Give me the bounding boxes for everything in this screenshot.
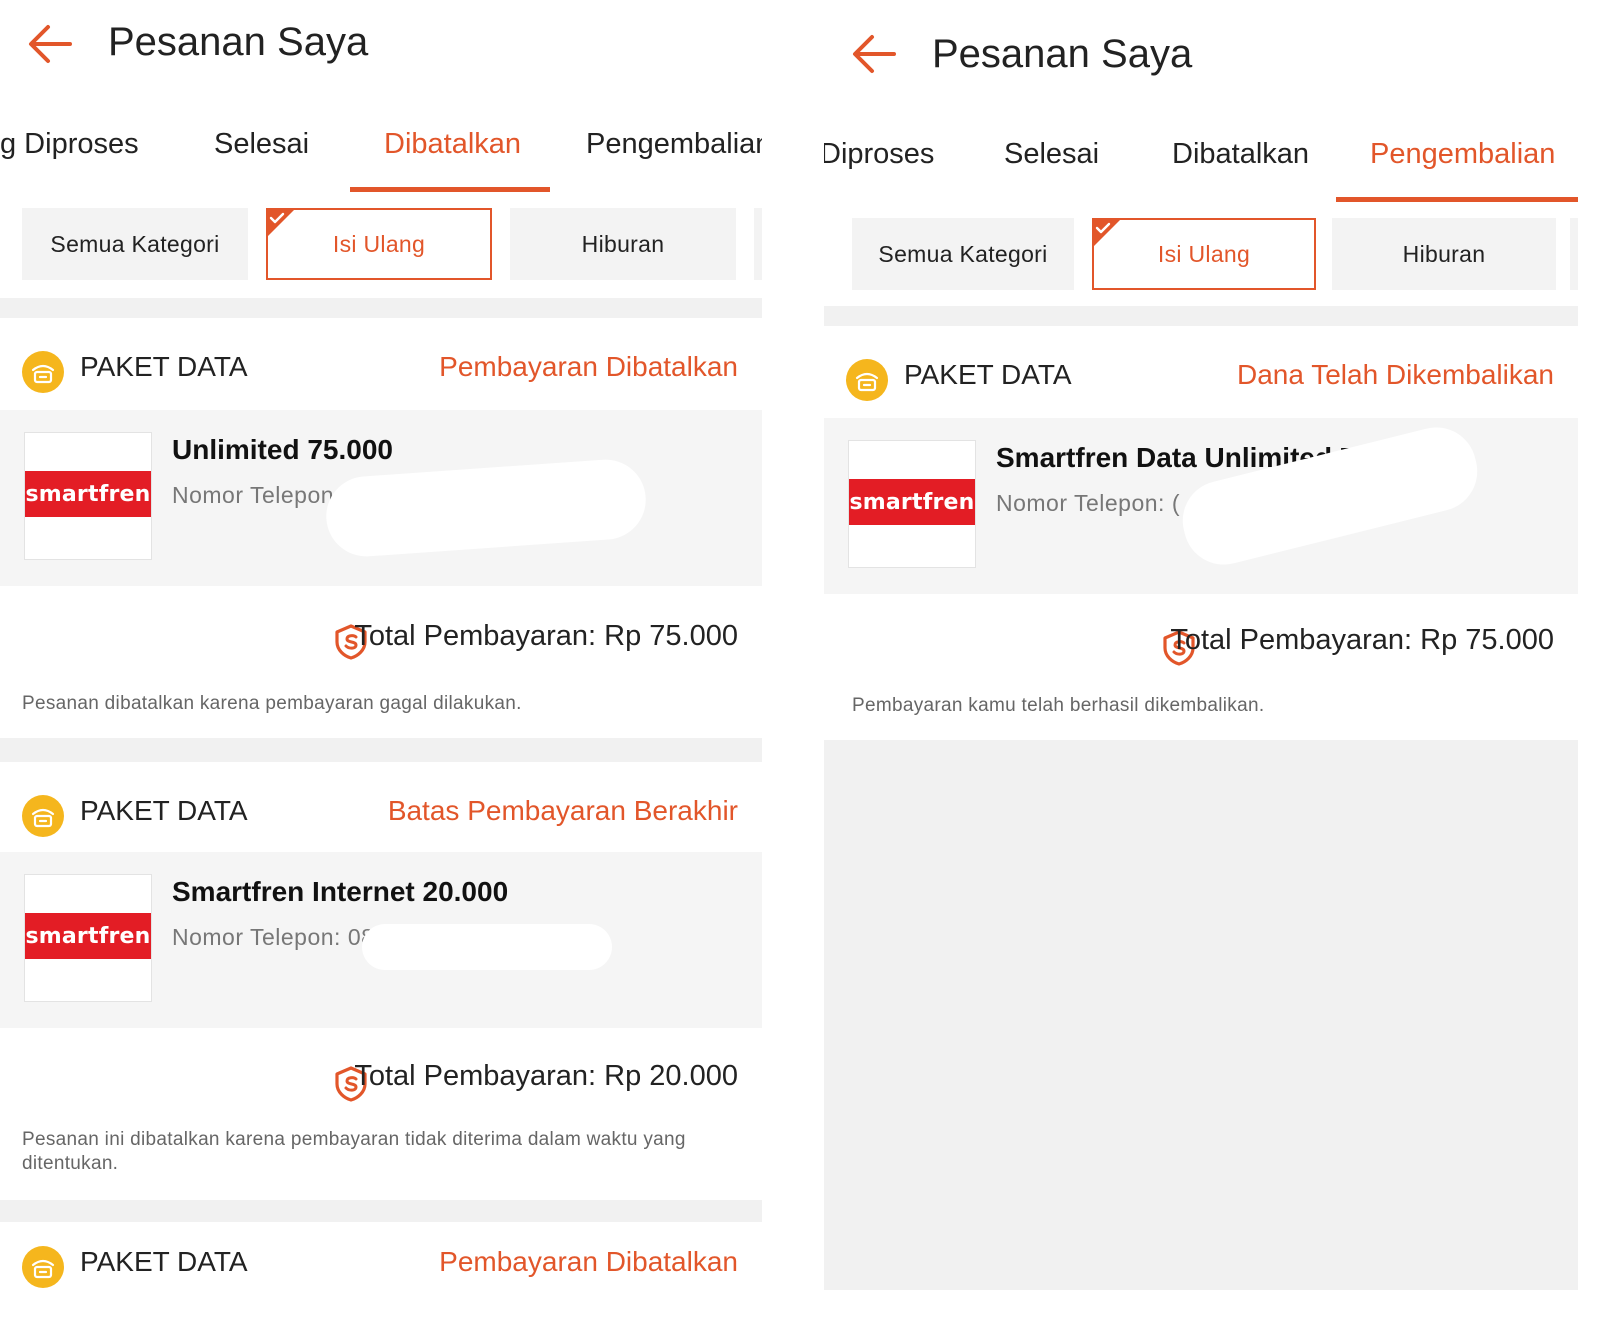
- order-header[interactable]: PAKET DATA Pembayaran Dibatalkan: [0, 1222, 762, 1327]
- tab-diproses[interactable]: g Diproses: [0, 128, 139, 161]
- order-header[interactable]: PAKET DATA Dana Telah Dikembalikan: [824, 326, 1578, 432]
- logo-band: smartfren: [25, 471, 151, 517]
- order-type: PAKET DATA: [80, 795, 248, 826]
- logo-band: smartfren: [849, 479, 975, 525]
- back-arrow-icon[interactable]: [26, 22, 74, 66]
- order-product[interactable]: smartfren Smartfren Internet 20.000 Nomo…: [0, 852, 762, 1028]
- page-title: Pesanan Saya: [932, 32, 1193, 76]
- total-payment: Total Pembayaran: Rp 75.000: [1170, 624, 1554, 656]
- paket-data-icon: [22, 351, 64, 393]
- chip-isi-ulang[interactable]: Isi Ulang: [1092, 218, 1316, 290]
- category-chips: Semua Kategori Isi Ulang Hiburan: [824, 218, 1578, 290]
- section-divider: [0, 298, 762, 318]
- chip-isi-ulang[interactable]: Isi Ulang: [266, 208, 492, 280]
- check-icon: [1094, 220, 1120, 246]
- chip-label: Isi Ulang: [332, 230, 426, 257]
- order-type: PAKET DATA: [80, 1246, 248, 1277]
- paket-data-icon: [22, 1246, 64, 1288]
- logo-text: smartfren: [25, 923, 151, 949]
- order-type: PAKET DATA: [80, 351, 248, 382]
- order-status: Batas Pembayaran Berakhir: [387, 795, 738, 826]
- check-icon: [268, 210, 294, 236]
- tab-bar: g Diproses Selesai Dibatalkan Pengembali…: [0, 110, 762, 192]
- total-row: Total Pembayaran: Rp 20.000: [0, 1040, 762, 1120]
- section-divider: [0, 738, 762, 762]
- logo-band: smartfren: [25, 913, 151, 959]
- page-title: Pesanan Saya: [108, 20, 369, 64]
- chip-hiburan[interactable]: Hiburan: [510, 208, 736, 280]
- redaction-mark: [362, 924, 612, 970]
- smartfren-logo: smartfren: [848, 440, 976, 568]
- app-bar: Pesanan Saya: [0, 0, 762, 100]
- total-row: Total Pembayaran: Rp 75.000: [0, 602, 762, 682]
- tab-pengembalian[interactable]: Pengembalian: [1370, 138, 1555, 171]
- total-payment: Total Pembayaran: Rp 75.000: [354, 620, 738, 652]
- tab-bar: Diproses Selesai Dibatalkan Pengembalian: [824, 120, 1578, 202]
- panel-left: Pesanan Saya g Diproses Selesai Dibatalk…: [0, 0, 762, 1327]
- back-arrow-icon[interactable]: [850, 32, 898, 76]
- chip-next-partial[interactable]: [1570, 218, 1578, 290]
- chip-label: Semua Kategori: [878, 240, 1048, 267]
- tab-diproses[interactable]: Diproses: [824, 138, 934, 171]
- chip-hiburan[interactable]: Hiburan: [1332, 218, 1556, 290]
- order-type: PAKET DATA: [904, 359, 1072, 390]
- paket-data-icon: [846, 359, 888, 401]
- product-name: Unlimited 75.000: [172, 434, 393, 465]
- tab-dibatalkan[interactable]: Dibatalkan: [1172, 138, 1309, 171]
- order-status: Pembayaran Dibatalkan: [439, 1246, 738, 1277]
- category-chips: Semua Kategori Isi Ulang Hiburan: [0, 208, 762, 280]
- logo-text: smartfren: [25, 481, 151, 507]
- paket-data-icon: [22, 795, 64, 837]
- phone-number: Nomor Telepon: (: [996, 490, 1180, 516]
- empty-area: [824, 740, 1578, 1290]
- tab-pengembalian[interactable]: Pengembalian: [586, 128, 762, 161]
- app-bar: Pesanan Saya: [824, 0, 1578, 100]
- order-product[interactable]: smartfren Smartfren Data Unlimited 75.00…: [824, 418, 1578, 594]
- order-header[interactable]: PAKET DATA Pembayaran Dibatalkan: [0, 318, 762, 424]
- order-product[interactable]: smartfren Unlimited 75.000 Nomor Telepon…: [0, 410, 762, 586]
- order-note: Pesanan dibatalkan karena pembayaran gag…: [22, 693, 522, 714]
- chip-label: Hiburan: [581, 230, 665, 257]
- chip-semua-kategori[interactable]: Semua Kategori: [852, 218, 1074, 290]
- total-row: Total Pembayaran: Rp 75.000: [824, 604, 1578, 684]
- section-divider: [824, 306, 1578, 326]
- order-note: Pembayaran kamu telah berhasil dikembali…: [852, 695, 1265, 716]
- section-divider: [0, 1200, 762, 1222]
- chip-next-partial[interactable]: [754, 208, 762, 280]
- order-status: Pembayaran Dibatalkan: [439, 351, 738, 382]
- order-note: Pesanan ini dibatalkan karena pembayaran…: [22, 1129, 686, 1174]
- order-status: Dana Telah Dikembalikan: [1237, 359, 1554, 390]
- chip-label: Semua Kategori: [50, 230, 220, 257]
- chip-label: Hiburan: [1402, 240, 1486, 267]
- smartfren-logo: smartfren: [24, 432, 152, 560]
- smartfren-logo: smartfren: [24, 874, 152, 1002]
- logo-text: smartfren: [849, 489, 975, 515]
- tab-selesai[interactable]: Selesai: [1004, 138, 1099, 171]
- chip-label: Isi Ulang: [1157, 240, 1251, 267]
- product-name: Smartfren Internet 20.000: [172, 876, 509, 907]
- chip-semua-kategori[interactable]: Semua Kategori: [22, 208, 248, 280]
- active-tab-indicator: [1336, 197, 1578, 202]
- total-payment: Total Pembayaran: Rp 20.000: [354, 1060, 738, 1092]
- redaction-mark: [323, 456, 649, 560]
- panel-right: Pesanan Saya Diproses Selesai Dibatalkan…: [824, 0, 1578, 1290]
- active-tab-indicator: [350, 187, 550, 192]
- tab-dibatalkan[interactable]: Dibatalkan: [384, 128, 521, 161]
- tab-selesai[interactable]: Selesai: [214, 128, 309, 161]
